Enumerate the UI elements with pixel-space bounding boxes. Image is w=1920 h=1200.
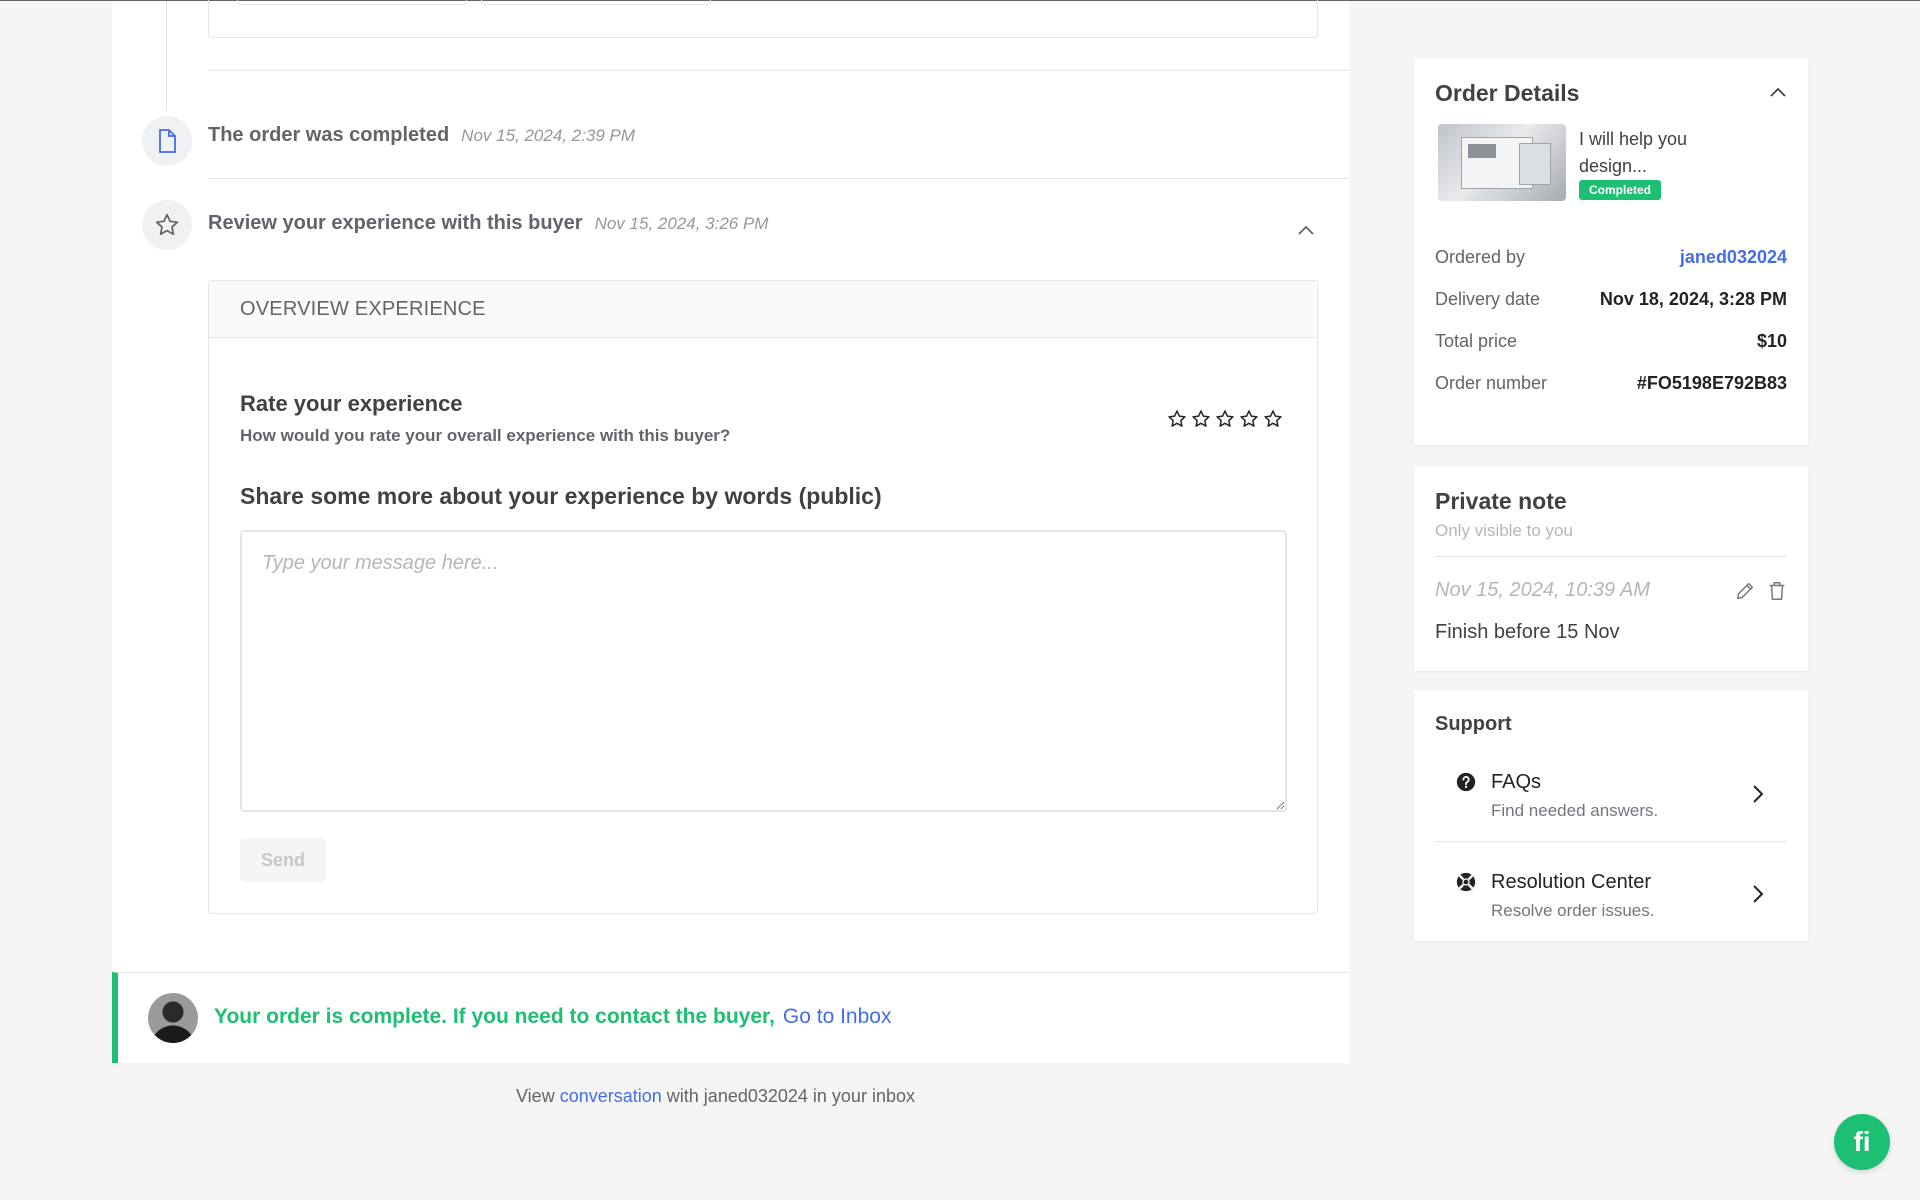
chevron-up-icon: [1298, 225, 1314, 235]
chevron-right-icon: [1753, 885, 1764, 903]
support-card: Support FAQs Find needed answers. Resolu…: [1414, 691, 1808, 941]
note-text: Finish before 15 Nov: [1435, 621, 1620, 643]
support-title: Support: [1435, 713, 1512, 735]
rating-star-2[interactable]: [1191, 409, 1211, 429]
row-value: #FO5198E792B83: [1636, 373, 1787, 393]
previous-activity-card: [208, 0, 1318, 38]
go-to-inbox-link[interactable]: Go to Inbox: [783, 1005, 892, 1028]
rating-star-5[interactable]: [1263, 409, 1283, 429]
status-badge: Completed: [1579, 180, 1662, 200]
gig-thumbnail[interactable]: [1438, 124, 1566, 201]
gig-title[interactable]: I will help you design...: [1579, 126, 1719, 180]
private-note-subtitle: Only visible to you: [1435, 521, 1573, 540]
support-item-desc: Resolve order issues.: [1491, 901, 1655, 920]
divider: [208, 70, 1349, 71]
row-label: Total price: [1435, 331, 1518, 351]
timeline-event-review: Review your experience with this buyer N…: [208, 212, 768, 235]
send-button[interactable]: Send: [240, 838, 326, 882]
note-date: Nov 15, 2024, 10:39 AM: [1435, 579, 1650, 601]
rating-star-4[interactable]: [1239, 409, 1259, 429]
lifebuoy-icon: [1456, 872, 1476, 892]
rating-star-1[interactable]: [1167, 409, 1187, 429]
order-details-card: Order Details I will help you design... …: [1414, 58, 1808, 445]
view-suffix: with janed032024 in your inbox: [666, 1086, 915, 1106]
view-prefix: View: [516, 1086, 555, 1106]
previous-action-button[interactable]: [237, 0, 467, 5]
document-icon: [142, 116, 192, 166]
private-note-title: Private note: [1435, 488, 1567, 514]
event-title: The order was completed: [208, 124, 450, 146]
review-message-input[interactable]: [240, 530, 1287, 812]
order-details-title: Order Details: [1435, 80, 1580, 106]
support-item-faqs[interactable]: FAQs Find needed answers.: [1435, 761, 1787, 841]
row-value: $10: [1756, 331, 1787, 351]
review-form-card: OVERVIEW EXPERIENCE Rate your experience…: [208, 280, 1318, 914]
view-conversation-text: View conversation with janed032024 in yo…: [516, 1086, 915, 1107]
order-row-order-number: Order number #FO5198E792B83: [1435, 373, 1787, 394]
collapse-review-button[interactable]: [1295, 219, 1317, 241]
divider: [208, 178, 1349, 179]
support-item-name: Resolution Center: [1491, 871, 1652, 893]
row-label: Order number: [1435, 373, 1548, 393]
divider: [1435, 556, 1787, 557]
pencil-icon[interactable]: [1734, 580, 1756, 602]
chevron-up-icon[interactable]: [1768, 82, 1788, 102]
timeline-event-completed: The order was completed Nov 15, 2024, 2:…: [208, 124, 635, 147]
buyer-username-link[interactable]: janed032024: [1680, 247, 1787, 268]
banner-text: Your order is complete. If you need to c…: [214, 1005, 775, 1028]
review-card-header: OVERVIEW EXPERIENCE: [209, 281, 1317, 338]
order-row-delivery-date: Delivery date Nov 18, 2024, 3:28 PM: [1435, 289, 1787, 310]
private-note-card: Private note Only visible to you Nov 15,…: [1414, 466, 1808, 671]
order-complete-banner: Your order is complete. If you need to c…: [112, 972, 1349, 1063]
divider: [1435, 841, 1787, 842]
order-activity-panel: The order was completed Nov 15, 2024, 2:…: [112, 0, 1349, 1063]
event-date: Nov 15, 2024, 2:39 PM: [461, 126, 636, 145]
order-row-total-price: Total price $10: [1435, 331, 1787, 352]
previous-action-button-2[interactable]: [481, 0, 711, 5]
question-circle-icon: [1456, 772, 1476, 792]
banner-message: Your order is complete. If you need to c…: [214, 1005, 891, 1029]
support-item-name: FAQs: [1491, 771, 1542, 793]
support-item-desc: Find needed answers.: [1491, 801, 1659, 820]
help-chat-button[interactable]: fi: [1834, 1114, 1890, 1170]
row-value: Nov 18, 2024, 3:28 PM: [1599, 289, 1787, 309]
trash-icon[interactable]: [1766, 580, 1788, 602]
star-rating: [1167, 409, 1283, 429]
avatar: [148, 993, 198, 1043]
timeline-line: [166, 1, 167, 111]
event-date: Nov 15, 2024, 3:26 PM: [594, 214, 769, 233]
conversation-link[interactable]: conversation: [560, 1086, 662, 1106]
support-item-resolution-center[interactable]: Resolution Center Resolve order issues.: [1435, 861, 1787, 941]
row-label: Ordered by: [1435, 247, 1526, 267]
star-icon: [142, 200, 192, 250]
rate-subtitle: How would you rate your overall experien…: [240, 426, 731, 445]
order-row-ordered-by: Ordered by janed032024: [1435, 247, 1787, 268]
row-label: Delivery date: [1435, 289, 1541, 309]
chevron-right-icon: [1753, 785, 1764, 803]
rate-title: Rate your experience: [240, 391, 463, 416]
event-title: Review your experience with this buyer: [208, 212, 583, 234]
rating-star-3[interactable]: [1215, 409, 1235, 429]
share-title: Share some more about your experience by…: [240, 483, 882, 509]
